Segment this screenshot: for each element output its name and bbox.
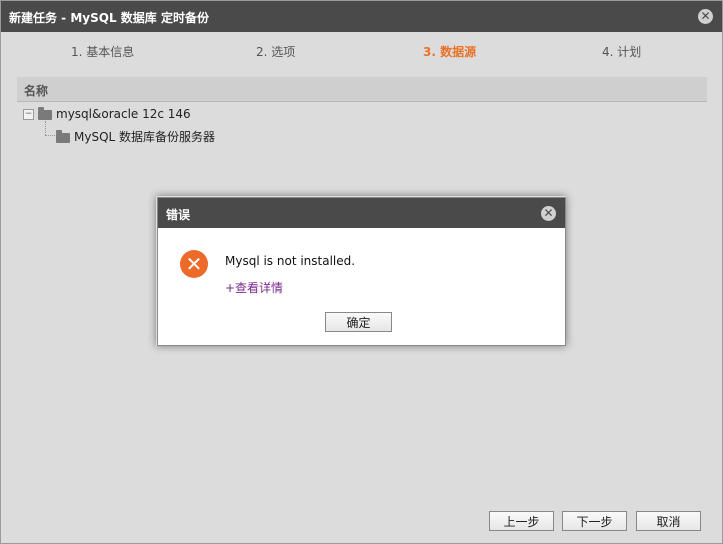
tree-connector [45, 121, 46, 135]
next-button[interactable]: 下一步 [562, 511, 627, 531]
tree-node-child[interactable]: MySQL 数据库备份服务器 [56, 128, 215, 145]
ok-button[interactable]: 确定 [325, 312, 392, 332]
window-close-icon[interactable]: ✕ [698, 9, 713, 24]
tree-collapse-icon[interactable]: − [23, 109, 34, 120]
cancel-button[interactable]: 取消 [636, 511, 701, 531]
dialog-close-icon[interactable]: ✕ [541, 206, 556, 221]
tree-node-child-label: MySQL 数据库备份服务器 [74, 130, 216, 144]
error-message: Mysql is not installed. [225, 254, 356, 268]
step-basic-info[interactable]: 1. 基本信息 [71, 43, 134, 60]
dialog-titlebar: 错误 ✕ [158, 198, 565, 228]
error-dialog: 错误 ✕ ✕ Mysql is not installed. +查看详情 确定 [157, 197, 566, 346]
tree-node-root[interactable]: mysql&oracle 12c 146 [38, 106, 191, 121]
step-data-source[interactable]: 3. 数据源 [423, 43, 476, 60]
step-options[interactable]: 2. 选项 [256, 43, 295, 60]
folder-icon [38, 106, 52, 120]
wizard-steps: 1. 基本信息 2. 选项 3. 数据源 4. 计划 [1, 43, 722, 63]
step-schedule[interactable]: 4. 计划 [602, 43, 641, 60]
tree-node-root-label: mysql&oracle 12c 146 [56, 107, 191, 121]
tree-connector [45, 135, 55, 136]
dialog-title: 错误 [166, 208, 191, 222]
error-icon: ✕ [180, 250, 208, 278]
window-titlebar: 新建任务 - MySQL 数据库 定时备份 ✕ [1, 1, 722, 32]
tree-column-name: 名称 [24, 84, 49, 98]
prev-button[interactable]: 上一步 [489, 511, 554, 531]
window-title: 新建任务 - MySQL 数据库 定时备份 [9, 11, 209, 25]
folder-icon [56, 129, 70, 143]
tree-header: 名称 [17, 77, 707, 102]
view-details-link[interactable]: +查看详情 [225, 279, 283, 296]
